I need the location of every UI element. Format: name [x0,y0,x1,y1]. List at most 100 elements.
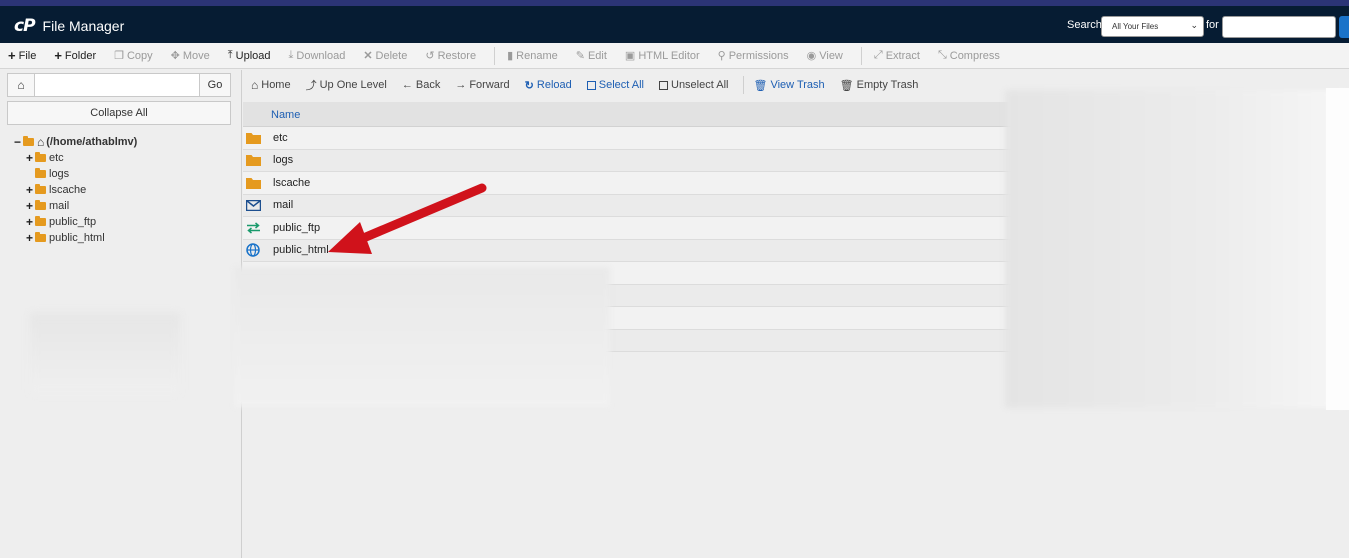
chevron-down-icon: ⌄ [1190,20,1198,30]
expand-toggle-icon[interactable]: + [26,215,35,229]
path-go-button[interactable]: Go [200,73,231,97]
rename-button[interactable]: ▮ Rename [507,49,558,63]
path-navigator: ⌂ Go [7,73,231,97]
folder-icon [245,153,261,167]
transfer-icon [245,221,261,235]
view-trash-button[interactable]: 🗑 View Trash [753,79,824,92]
arrow-left-icon: ← [401,79,413,91]
redacted-region [30,313,180,393]
expand-toggle-icon[interactable]: + [26,199,35,213]
tree-item-public-html[interactable]: + public_html [14,230,137,246]
tree-item-label: lscache [49,184,87,196]
move-label: Move [182,49,210,62]
upload-label: Upload [235,49,271,62]
tree-root-label: (/home/athablmv) [46,136,138,148]
new-folder-label: Folder [64,49,97,62]
unselect-all-label: Unselect All [671,79,729,91]
collapse-all-button[interactable]: Collapse All [7,101,231,125]
search-input[interactable] [1222,16,1336,38]
file-name: etc [273,131,288,144]
tree-item-label: public_html [49,232,105,244]
globe-icon [245,243,261,257]
expand-toggle-icon[interactable]: + [26,183,35,197]
up-one-level-button[interactable]: ⤴ Up One Level [306,77,387,93]
permissions-label: Permissions [728,49,789,62]
tree-home-button[interactable]: ⌂ [7,73,35,97]
compress-button[interactable]: ⤡ Compress [938,49,1000,62]
expand-toggle-icon[interactable]: + [26,151,35,165]
checkbox-empty-icon [659,80,668,90]
view-label: View [819,49,843,62]
arrow-right-icon: → [455,79,467,91]
tree-root[interactable]: − ⌂ (/home/athablmv) [14,134,137,150]
html-editor-button[interactable]: ▣ HTML Editor [624,49,700,63]
search-scope-select[interactable]: All Your Files ⌄ [1101,16,1204,37]
folder-icon [35,232,46,242]
plus-icon: + [54,48,62,63]
name-column-header[interactable]: Name [271,109,300,121]
restore-button[interactable]: ↺ Restore [425,49,477,63]
expand-toggle-icon[interactable]: + [26,231,35,245]
tree-item-logs[interactable]: logs [14,166,137,182]
copy-button[interactable]: ❐ Copy [114,49,153,63]
pencil-icon: ✎ [575,50,585,62]
home-button[interactable]: ⌂ Home [251,78,291,92]
home-label: Home [261,79,291,91]
reload-button[interactable]: ↻ Reload [525,79,572,92]
unselect-all-button[interactable]: Unselect All [659,79,728,91]
compress-label: Compress [949,49,1000,62]
brand[interactable]: cP File Manager [14,16,124,36]
reload-label: Reload [536,79,572,91]
tree-item-etc[interactable]: + etc [14,150,137,166]
select-all-button[interactable]: Select All [586,79,644,91]
folder-icon [245,131,261,145]
restore-label: Restore [437,49,477,62]
permissions-button[interactable]: ⚲ Permissions [718,49,789,63]
select-all-label: Select All [598,79,644,91]
forward-label: Forward [469,79,510,91]
delete-label: Delete [375,49,408,62]
file-toolbar: + File + Folder ❐ Copy ✥ Move ⤒ Upload ⤓ Downl… [0,43,1349,69]
for-label: for [1206,19,1219,31]
collapse-toggle-icon[interactable]: − [14,135,23,149]
edit-button[interactable]: ✎ Edit [575,49,607,63]
back-label: Back [415,79,441,91]
compress-icon: ⤡ [937,49,947,61]
new-folder-button[interactable]: + Folder [54,48,96,63]
tree-item-label: mail [49,200,70,212]
redacted-region [234,267,610,407]
redacted-region [1005,90,1345,408]
trash-icon: 🗑 [839,79,854,92]
download-button[interactable]: ⤓ Download [289,49,346,62]
tree-item-public-ftp[interactable]: + public_ftp [14,214,137,230]
directory-tree-pane: ⌂ Go Collapse All − ⌂ (/home/athablmv) +… [0,70,242,558]
top-bar: cP File Manager Search All Your Files ⌄ … [0,0,1349,43]
html-editor-label: HTML Editor [638,49,700,62]
tree-item-mail[interactable]: + mail [14,198,137,214]
html-editor-icon: ▣ [624,50,636,62]
extract-label: Extract [885,49,920,62]
path-input[interactable] [35,73,200,97]
folder-icon [35,152,46,162]
delete-button[interactable]: ✕ Delete [363,49,408,63]
folder-icon [35,200,46,210]
new-file-button[interactable]: + File [8,48,36,63]
annotation-arrow-icon [328,183,487,254]
tree-item-lscache[interactable]: + lscache [14,182,137,198]
forward-button[interactable]: → Forward [455,79,509,91]
copy-label: Copy [126,49,153,62]
home-icon: ⌂ [251,78,259,92]
move-button[interactable]: ✥ Move [171,49,210,63]
reload-icon: ↻ [524,79,534,92]
empty-trash-label: Empty Trash [856,79,919,91]
rename-label: Rename [516,49,558,62]
empty-trash-button[interactable]: 🗑 Empty Trash [840,79,919,92]
upload-button[interactable]: ⤒ Upload [228,49,271,62]
extract-button[interactable]: ⤢ Extract [874,49,920,62]
folder-icon [35,168,46,178]
new-file-label: File [18,49,37,62]
view-button[interactable]: ◉ View [807,49,843,63]
view-trash-label: View Trash [770,79,825,91]
search-go-button[interactable] [1339,16,1349,38]
back-button[interactable]: ← Back [402,79,440,91]
